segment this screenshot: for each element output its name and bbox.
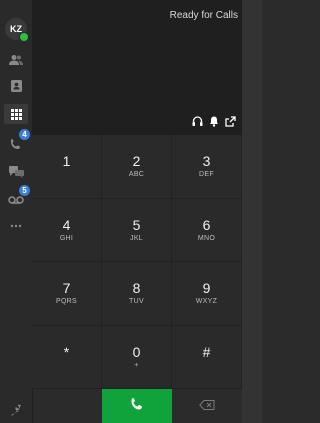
dial-key[interactable]: 3 DEF [172, 135, 242, 199]
call-button[interactable] [102, 389, 172, 423]
dial-key[interactable]: 9 WXYZ [172, 262, 242, 326]
rail-item-directory[interactable] [4, 76, 28, 96]
key-letters: MNO [197, 234, 216, 242]
status-text: Ready for Calls [169, 10, 238, 21]
wrench-icon [10, 404, 22, 416]
key-digit: 1 [62, 153, 71, 170]
directory-icon [10, 80, 22, 92]
more-icon [10, 224, 22, 228]
display-toolbar [192, 116, 236, 127]
key-letters: DEF [199, 171, 214, 179]
dial-key[interactable]: 7 PQRS [32, 262, 102, 326]
rail-item-more[interactable] [4, 216, 28, 236]
key-letters: PQRS [55, 298, 78, 306]
phone-icon [130, 397, 144, 416]
key-letters: WXYZ [195, 298, 218, 306]
key-digit: 3 [202, 153, 211, 170]
headset-icon[interactable] [192, 116, 203, 127]
key-digit: 9 [202, 280, 211, 297]
rail-item-voicemail[interactable]: 5 [4, 185, 30, 210]
voicemail-icon [8, 195, 24, 205]
dial-key[interactable]: 1 [32, 135, 102, 199]
key-digit: 8 [132, 280, 141, 297]
dialpad-icon [10, 108, 22, 120]
backspace-icon [199, 397, 215, 415]
key-digit: 6 [202, 216, 211, 233]
key-letters: + [134, 361, 139, 369]
empty-action-slot [32, 389, 102, 423]
avatar[interactable]: KZ [5, 18, 29, 42]
scrollbar[interactable] [242, 0, 262, 423]
rail-item-dialpad[interactable] [4, 104, 28, 124]
chat-icon [8, 166, 24, 178]
key-letters: GHI [59, 234, 74, 242]
key-digit: 2 [132, 153, 141, 170]
key-digit: 4 [62, 216, 71, 233]
key-digit: 5 [132, 216, 141, 233]
dial-key[interactable]: 4 GHI [32, 198, 102, 262]
contacts-icon [9, 54, 23, 66]
call-action-bar [32, 389, 242, 423]
rail-item-settings[interactable] [4, 400, 28, 420]
key-letters: TUV [129, 298, 144, 306]
softphone-window: KZ 4 5 Ready for Calls 1 2 ABC 3 DEF 4 G… [0, 0, 262, 423]
dial-key[interactable]: 0 + [102, 325, 172, 389]
key-digit: 0 [132, 343, 141, 360]
voicemail-badge: 5 [19, 185, 30, 196]
rail-item-call-history[interactable]: 4 [4, 129, 30, 154]
key-digit: 7 [62, 280, 71, 297]
rail-item-contacts[interactable] [4, 50, 28, 70]
dial-key[interactable]: 6 MNO [172, 198, 242, 262]
key-digit: * [63, 343, 70, 360]
dialpad-keypad: 1 2 ABC 3 DEF 4 GHI 5 JKL 6 MNO 7 PQRS 8 TUV 9 WXYZ * 0 + # [32, 135, 242, 389]
dial-key[interactable]: * [32, 325, 102, 389]
bell-icon[interactable] [209, 116, 219, 127]
popout-icon[interactable] [225, 116, 236, 127]
call-history-badge: 4 [19, 129, 30, 140]
number-display: Ready for Calls [32, 0, 242, 135]
dial-key[interactable]: 5 JKL [102, 198, 172, 262]
dial-key[interactable]: # [172, 325, 242, 389]
presence-indicator [19, 32, 29, 42]
backspace-button[interactable] [172, 389, 242, 423]
rail-item-chat[interactable] [4, 162, 28, 182]
key-digit: # [202, 343, 211, 360]
dial-key[interactable]: 8 TUV [102, 262, 172, 326]
key-letters: JKL [130, 234, 143, 242]
dial-key[interactable]: 2 ABC [102, 135, 172, 199]
key-letters: ABC [128, 171, 145, 179]
left-navigation-rail: KZ 4 5 [0, 0, 33, 423]
